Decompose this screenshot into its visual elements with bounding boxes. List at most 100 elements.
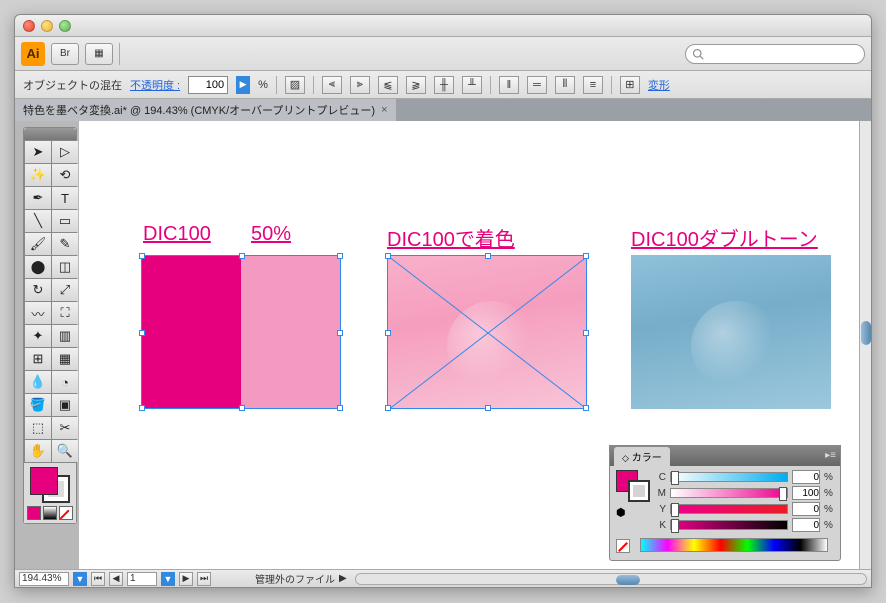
- align-right-button[interactable]: ⫹: [378, 76, 398, 94]
- slider-y[interactable]: Y %: [656, 502, 834, 516]
- tools-panel-grip[interactable]: [24, 128, 76, 140]
- spectrum-bar[interactable]: [640, 538, 828, 552]
- separator: [276, 76, 277, 94]
- blob-brush-tool[interactable]: ⬤: [25, 256, 51, 278]
- artboard-dropdown[interactable]: ▼: [161, 572, 175, 586]
- y-input[interactable]: [792, 502, 820, 516]
- align-top-button[interactable]: ⫺: [406, 76, 426, 94]
- vertical-scrollbar[interactable]: [859, 121, 871, 569]
- warp-tool[interactable]: 〰: [25, 302, 51, 324]
- pencil-tool[interactable]: ✎: [52, 233, 78, 255]
- eyedropper-tool[interactable]: 💧: [25, 371, 51, 393]
- first-artboard-button[interactable]: ⏮: [91, 572, 105, 586]
- fill-stroke-control[interactable]: [24, 463, 76, 503]
- opacity-unit: %: [258, 79, 268, 91]
- symbol-sprayer-tool[interactable]: ✦: [25, 325, 51, 347]
- live-paint-tool[interactable]: 🪣: [25, 394, 51, 416]
- gradient-tool[interactable]: ▦: [52, 348, 78, 370]
- doc-info-arrow[interactable]: ▶: [339, 573, 347, 584]
- selection-tool[interactable]: ➤: [25, 141, 51, 163]
- mesh-tool[interactable]: ⊞: [25, 348, 51, 370]
- mask-button[interactable]: ▨: [285, 76, 305, 94]
- panel-menu-icon[interactable]: ▸≡: [825, 450, 836, 461]
- zoom-input[interactable]: 194.43%: [19, 572, 69, 586]
- align-vcenter-button[interactable]: ╫: [434, 76, 454, 94]
- color-panel-swatches[interactable]: ⬢: [616, 470, 652, 534]
- opacity-label[interactable]: 不透明度 :: [130, 77, 180, 93]
- distribute-v-button[interactable]: ═: [527, 76, 547, 94]
- doc-tab-close[interactable]: ×: [381, 104, 387, 116]
- image-dic100-duotone[interactable]: [631, 255, 831, 409]
- distribute-3-button[interactable]: ⦀: [555, 76, 575, 94]
- opacity-dropdown[interactable]: ▶: [236, 76, 250, 94]
- align-to-button[interactable]: ⊞: [620, 76, 640, 94]
- live-paint-select-tool[interactable]: ▣: [52, 394, 78, 416]
- separator: [611, 76, 612, 94]
- gradient-mode-button[interactable]: [43, 506, 57, 520]
- m-input[interactable]: [792, 486, 820, 500]
- align-bottom-button[interactable]: ╨: [462, 76, 482, 94]
- magic-wand-tool[interactable]: ✨: [25, 164, 51, 186]
- doc-tab[interactable]: 特色を墨ベタ変換.ai* @ 194.43% (CMYK/オーバープリントプレビ…: [15, 99, 396, 121]
- blend-tool[interactable]: ◔: [52, 371, 78, 393]
- minimize-window-button[interactable]: [41, 20, 53, 32]
- color-mode-button[interactable]: [27, 506, 41, 520]
- none-swatch[interactable]: [616, 539, 630, 553]
- canvas-label-3: DIC100ダブルトーン: [631, 223, 818, 252]
- app-window: Ai Br ▦ オブジェクトの混在 不透明度 : ▶ % ▨ ⫷ ⫸ ⫹ ⫺ ╫…: [14, 14, 872, 588]
- artboard-tool[interactable]: ⬚: [25, 417, 51, 439]
- lasso-tool[interactable]: ⟲: [52, 164, 78, 186]
- close-window-button[interactable]: [23, 20, 35, 32]
- artboard-number-input[interactable]: 1: [127, 572, 157, 586]
- zoom-dropdown[interactable]: ▼: [73, 572, 87, 586]
- pen-tool[interactable]: ✒: [25, 187, 51, 209]
- color-panel[interactable]: ◇ カラー ▸≡ ⬢ C %: [609, 445, 841, 561]
- graph-tool[interactable]: ▥: [52, 325, 78, 347]
- direct-selection-tool[interactable]: ▷: [52, 141, 78, 163]
- search-input[interactable]: [685, 44, 865, 64]
- fill-swatch[interactable]: [30, 467, 58, 495]
- zoom-window-button[interactable]: [59, 20, 71, 32]
- horizontal-scrollbar[interactable]: [355, 573, 867, 585]
- rectangle-tool[interactable]: ▭: [52, 210, 78, 232]
- hand-tool[interactable]: ✋: [25, 440, 51, 462]
- selection-type-label: オブジェクトの混在: [23, 77, 122, 93]
- slider-k[interactable]: K %: [656, 518, 834, 532]
- slider-m[interactable]: M %: [656, 486, 834, 500]
- none-mode-button[interactable]: [59, 506, 73, 520]
- zoom-tool[interactable]: 🔍: [52, 440, 78, 462]
- eraser-tool[interactable]: ◫: [52, 256, 78, 278]
- cube-icon: ⬢: [616, 506, 626, 519]
- next-artboard-button[interactable]: ▶: [179, 572, 193, 586]
- distribute-4-button[interactable]: ≡: [583, 76, 603, 94]
- c-input[interactable]: [792, 470, 820, 484]
- separator: [313, 76, 314, 94]
- k-input[interactable]: [792, 518, 820, 532]
- paintbrush-tool[interactable]: 🖌: [25, 233, 51, 255]
- align-hcenter-button[interactable]: ⫸: [350, 76, 370, 94]
- tools-panel[interactable]: ➤ ▷ ✨ ⟲ ✒ T ╲ ▭ 🖌 ✎ ⬤ ◫ ↻ ⤢ 〰 ⛶ ✦ ▥ ⊞ ▦: [23, 127, 77, 524]
- arrange-button[interactable]: ▦: [85, 43, 113, 65]
- scale-tool[interactable]: ⤢: [52, 279, 78, 301]
- line-tool[interactable]: ╲: [25, 210, 51, 232]
- bridge-button[interactable]: Br: [51, 43, 79, 65]
- selection-box-2: [387, 255, 587, 409]
- free-transform-tool[interactable]: ⛶: [52, 302, 78, 324]
- canvas[interactable]: DIC100 50% DIC100で着色 DIC100ダブルトーン: [79, 121, 859, 569]
- canvas-label-1a: DIC100: [143, 223, 211, 246]
- workspace: DIC100 50% DIC100で着色 DIC100ダブルトーン: [15, 121, 871, 569]
- distribute-h-button[interactable]: ‖: [499, 76, 519, 94]
- transform-link[interactable]: 変形: [648, 77, 670, 93]
- rotate-tool[interactable]: ↻: [25, 279, 51, 301]
- align-left-button[interactable]: ⫷: [322, 76, 342, 94]
- options-bar: オブジェクトの混在 不透明度 : ▶ % ▨ ⫷ ⫸ ⫹ ⫺ ╫ ╨ ‖ ═ ⦀…: [15, 71, 871, 99]
- last-artboard-button[interactable]: ⏭: [197, 572, 211, 586]
- opacity-input[interactable]: [188, 76, 228, 94]
- type-tool[interactable]: T: [52, 187, 78, 209]
- slice-tool[interactable]: ✂: [52, 417, 78, 439]
- panel-stroke-swatch[interactable]: [628, 480, 650, 502]
- slider-c[interactable]: C %: [656, 470, 834, 484]
- color-panel-tab[interactable]: ◇ カラー: [614, 447, 670, 466]
- doc-tab-bar: 特色を墨ベタ変換.ai* @ 194.43% (CMYK/オーバープリントプレビ…: [15, 99, 871, 121]
- prev-artboard-button[interactable]: ◀: [109, 572, 123, 586]
